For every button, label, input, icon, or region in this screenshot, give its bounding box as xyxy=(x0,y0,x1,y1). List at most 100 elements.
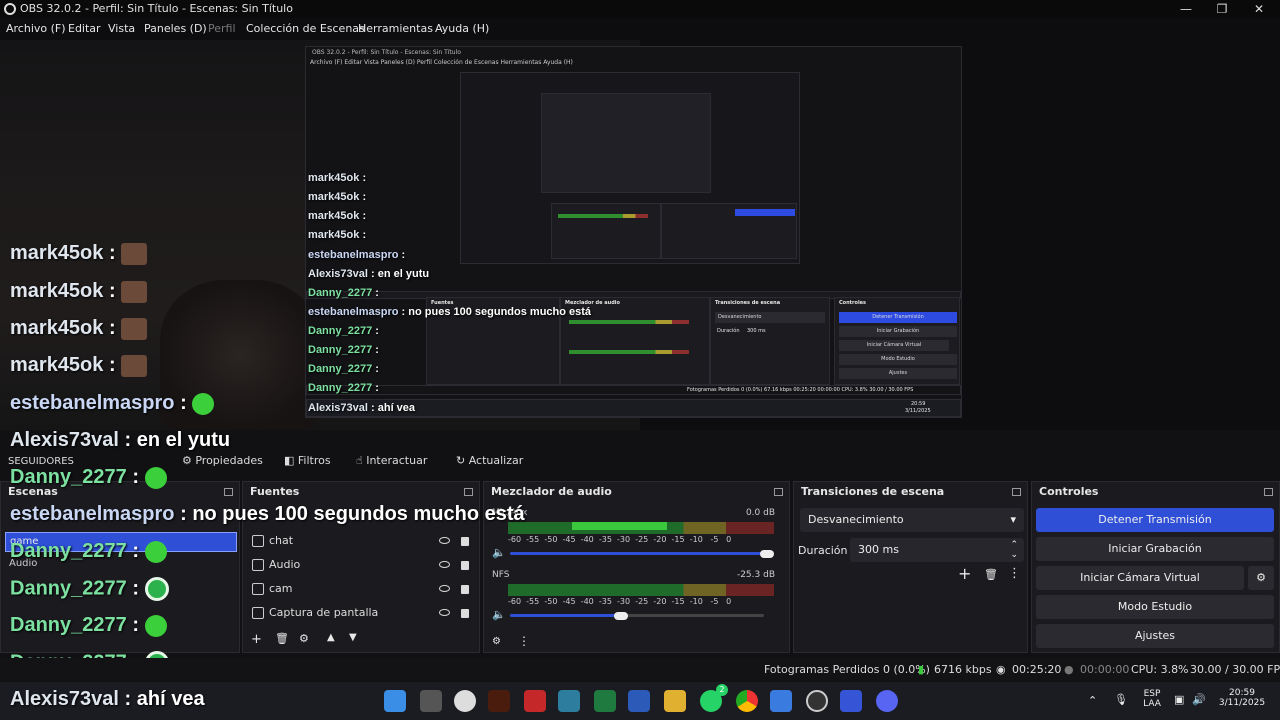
chrome-icon[interactable] xyxy=(736,690,758,712)
visibility-icon[interactable] xyxy=(439,561,450,568)
remove-source-icon[interactable]: 🗑 xyxy=(275,632,289,645)
close-button[interactable]: ✕ xyxy=(1241,0,1277,18)
network-icon[interactable]: ▣ xyxy=(1174,693,1184,706)
stop-stream-button[interactable]: Detener Transmisión xyxy=(1036,508,1274,532)
popout-icon[interactable] xyxy=(464,488,473,496)
excel-icon[interactable] xyxy=(594,690,616,712)
dropped-frames: Fotogramas Perdidos 0 (0.0%) xyxy=(764,663,930,676)
browser-icon xyxy=(252,535,264,547)
add-transition-icon[interactable]: + xyxy=(958,564,971,583)
microphone-icon[interactable]: 🎙 xyxy=(1114,693,1128,706)
source-audio[interactable]: Audio xyxy=(249,554,477,576)
volume-icon[interactable]: 🔊 xyxy=(1192,693,1206,706)
camera-icon xyxy=(252,583,264,595)
properties-button[interactable]: ⚙ Propiedades xyxy=(182,452,263,470)
settings-button[interactable]: Ajustes xyxy=(1036,624,1274,648)
obs-window: OBS 32.0.2 - Perfil: Sin Título - Escena… xyxy=(0,0,1280,720)
app-icon[interactable] xyxy=(454,690,476,712)
whatsapp-icon[interactable]: 2 xyxy=(700,684,728,712)
menu-ayuda[interactable]: Ayuda (H) xyxy=(435,22,489,35)
lock-icon[interactable] xyxy=(461,561,469,570)
popout-icon[interactable] xyxy=(774,488,783,496)
chat-line: mark45ok : xyxy=(10,317,148,340)
start-recording-button[interactable]: Iniciar Grabación xyxy=(1036,537,1274,561)
chat-line: mark45ok : xyxy=(10,354,148,377)
menu-coleccion-escenas[interactable]: Colección de Escenas xyxy=(246,22,365,35)
obs-icon[interactable] xyxy=(806,690,828,712)
volume-slider[interactable] xyxy=(510,552,764,555)
acrobat-icon[interactable] xyxy=(524,690,546,712)
volume-slider-knob[interactable] xyxy=(760,550,774,558)
menu-perfil[interactable]: Perfil xyxy=(208,22,236,35)
emote-icon xyxy=(121,354,148,377)
mini-chat-line: mark45ok : xyxy=(308,210,367,222)
menu-paneles[interactable]: Paneles (D) xyxy=(144,22,207,35)
search-icon[interactable] xyxy=(420,690,442,712)
audio-icon xyxy=(252,559,264,571)
volume-slider-knob[interactable] xyxy=(614,612,628,620)
app-icon[interactable] xyxy=(558,690,580,712)
interact-button[interactable]: ☝ Interactuar xyxy=(356,452,427,470)
lock-icon[interactable] xyxy=(461,585,469,594)
word-icon[interactable] xyxy=(628,690,650,712)
speaker-icon[interactable]: 🔈 xyxy=(492,608,506,621)
record-time: 00:00:00 xyxy=(1080,663,1130,676)
move-up-icon[interactable]: ▲ xyxy=(327,632,335,643)
source-settings-icon[interactable]: ⚙ xyxy=(299,632,309,645)
app-icon[interactable] xyxy=(770,690,792,712)
remove-transition-icon[interactable]: 🗑 xyxy=(984,568,998,581)
source-cam[interactable]: cam xyxy=(249,578,477,600)
move-down-icon[interactable]: ▼ xyxy=(349,632,357,643)
chat-line: estebanelmaspro : xyxy=(10,392,215,415)
app-icon[interactable] xyxy=(840,690,862,712)
windows-start-icon[interactable] xyxy=(384,690,406,712)
visibility-icon[interactable] xyxy=(439,585,450,592)
folder-icon[interactable] xyxy=(664,690,686,712)
maximize-button[interactable]: ❐ xyxy=(1204,0,1240,18)
chevron-down-icon: ▾ xyxy=(1010,513,1016,526)
refresh-button[interactable]: ↻ Actualizar xyxy=(456,452,523,470)
menu-herramientas[interactable]: Herramientas xyxy=(358,22,433,35)
menu-vista[interactable]: Vista xyxy=(108,22,135,35)
nested-screen-capture-2 xyxy=(460,72,800,264)
volume-meter xyxy=(508,584,774,592)
mini-chat-line: mark45ok : xyxy=(308,229,367,241)
visibility-icon[interactable] xyxy=(439,537,450,544)
clock[interactable]: 20:59 3/11/2025 xyxy=(1212,688,1272,708)
emote-icon xyxy=(144,614,167,637)
channel-name: NFS xyxy=(492,570,510,580)
language-indicator[interactable]: ESP LAA xyxy=(1140,689,1164,709)
popout-icon[interactable] xyxy=(1264,488,1273,496)
discord-icon[interactable] xyxy=(876,690,898,712)
visibility-icon[interactable] xyxy=(439,609,450,616)
duration-input[interactable]: 300 ms ⌃ ⌄ xyxy=(850,538,1024,562)
volume-slider[interactable] xyxy=(510,614,622,617)
popout-icon[interactable] xyxy=(224,488,233,496)
lock-icon[interactable] xyxy=(461,537,469,546)
audio-mixer-dock: Mezclador de audio Mic/Aux 0.0 dB -60 -5… xyxy=(483,481,790,653)
tray-expand-icon[interactable]: ⌃ xyxy=(1088,694,1097,707)
transition-select[interactable]: Desvanecimiento ▾ xyxy=(800,508,1024,532)
lock-icon[interactable] xyxy=(461,609,469,618)
nested-menu: Archivo (F) Editar Vista Paneles (D) Per… xyxy=(310,59,573,66)
illustrator-icon[interactable] xyxy=(488,690,510,712)
add-source-icon[interactable]: + xyxy=(251,632,262,647)
minimize-button[interactable]: — xyxy=(1168,0,1204,18)
bitrate: 6716 kbps xyxy=(934,663,992,676)
virtual-camera-settings-icon[interactable]: ⚙ xyxy=(1248,566,1274,590)
channel-level: -25.3 dB xyxy=(736,570,775,580)
filters-button[interactable]: ◧ Filtros xyxy=(284,452,331,470)
studio-mode-button[interactable]: Modo Estudio xyxy=(1036,595,1274,619)
menu-editar[interactable]: Editar xyxy=(68,22,101,35)
mixer-menu-icon[interactable]: ⋮ xyxy=(518,634,530,648)
mixer-settings-icon[interactable]: ⚙ xyxy=(492,636,501,647)
speaker-icon[interactable]: 🔈 xyxy=(492,546,506,559)
transition-menu-icon[interactable]: ⋮ xyxy=(1008,566,1021,581)
source-chat[interactable]: chat xyxy=(249,530,477,552)
mini-chat-line: mark45ok : xyxy=(308,191,367,203)
popout-icon[interactable] xyxy=(1012,488,1021,496)
source-screen-capture[interactable]: Captura de pantalla xyxy=(249,602,477,624)
menu-archivo[interactable]: Archivo (F) xyxy=(6,22,66,35)
mini-chat-line: estebanelmaspro : no pues 100 segundos m… xyxy=(308,306,592,318)
start-virtual-camera-button[interactable]: Iniciar Cámara Virtual xyxy=(1036,566,1244,590)
